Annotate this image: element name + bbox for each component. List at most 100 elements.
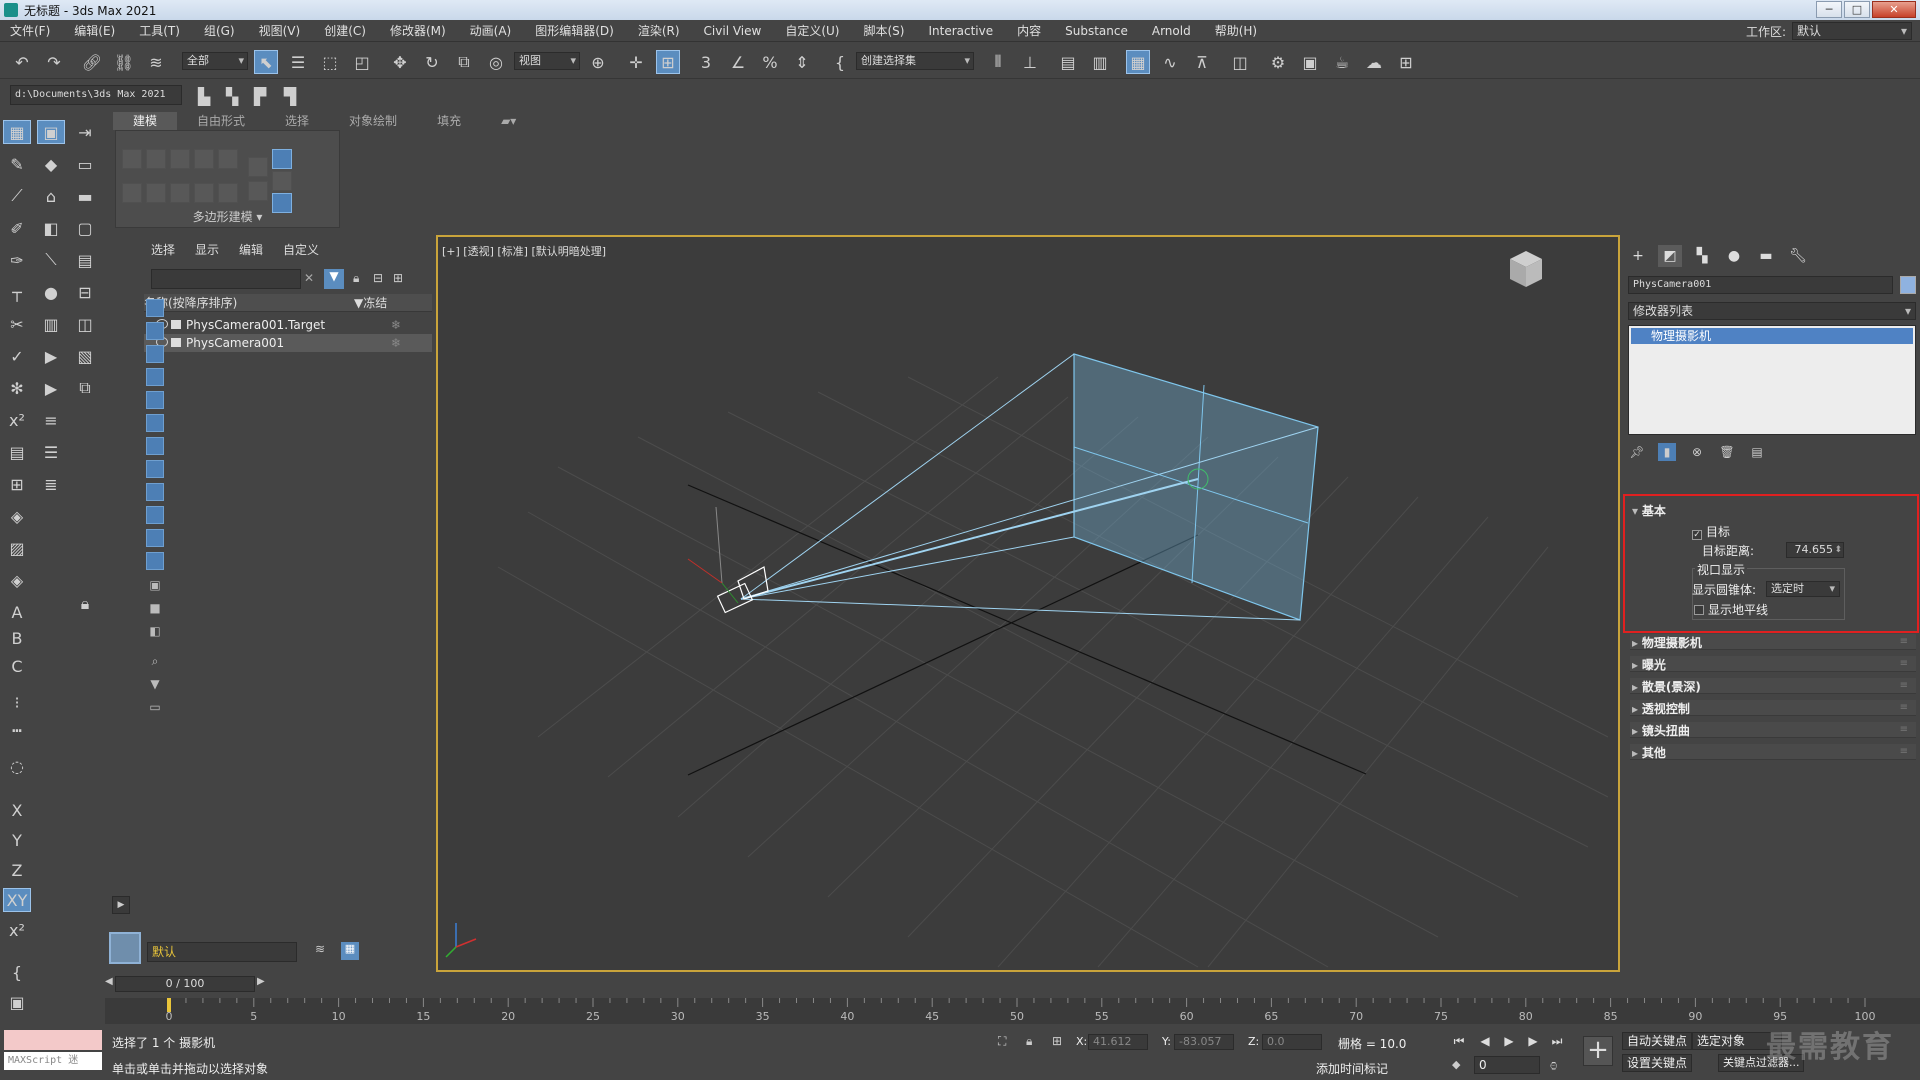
rollout-perspective-control-label[interactable]: 透视控制	[1632, 700, 1690, 717]
hierarchy-icon[interactable]: ⊟	[373, 271, 383, 285]
pen-icon[interactable]: ✐	[3, 216, 31, 240]
time-config-icon[interactable]: ⌚︎	[1548, 1058, 1559, 1074]
select-object-icon[interactable]: ⬉	[254, 50, 278, 74]
dot-circle-icon[interactable]: ◌	[3, 754, 31, 778]
menu-edit[interactable]: 编辑(E)	[62, 22, 127, 39]
save-icon[interactable]: ▣	[3, 990, 31, 1014]
layers-tool-icon[interactable]: ▧	[71, 344, 99, 368]
scene-menu-edit[interactable]: 编辑	[229, 241, 273, 259]
material-editor-icon[interactable]: ◫	[1228, 50, 1252, 74]
folder-tool-icon[interactable]: ▬	[71, 184, 99, 208]
layer-explorer-button-icon[interactable]: ▦	[341, 942, 359, 960]
ribbon-toggle-icon[interactable]: ▥	[1088, 50, 1112, 74]
clear-search-icon[interactable]: ✕	[304, 271, 314, 285]
filter-cameras-icon[interactable]	[146, 368, 164, 386]
rotate-icon[interactable]: ↻	[420, 50, 444, 74]
snaps-toggle-icon[interactable]: 3	[694, 50, 718, 74]
ribbon-tab-freeform[interactable]: 自由形式	[177, 112, 265, 130]
window-crossing-icon[interactable]: ◰	[350, 50, 374, 74]
layer-tool-icon[interactable]: ▭	[71, 152, 99, 176]
make-unique-icon[interactable]: ⊗	[1688, 443, 1706, 461]
modifier-stack-item[interactable]: 物理摄影机	[1631, 328, 1913, 344]
project-folder-icon[interactable]: ▙	[192, 84, 216, 108]
lock-explorer-icon[interactable]: 🔒︎	[353, 271, 359, 286]
ribbon-record-icon[interactable]	[218, 183, 238, 203]
rollout-misc[interactable]: ≡	[1630, 744, 1916, 760]
rollout-physical-camera-label[interactable]: 物理摄影机	[1632, 634, 1702, 651]
named-selection-dropdown[interactable]: 创建选择集	[856, 52, 974, 70]
plus-layer-icon[interactable]: ⊞	[3, 472, 31, 496]
filter-helpers-icon[interactable]	[146, 391, 164, 409]
align-icon[interactable]: ⊥	[1018, 50, 1042, 74]
axis-z-icon[interactable]: Z	[3, 858, 31, 882]
target-distance-spinner[interactable]: 74.655	[1786, 542, 1844, 558]
maxscript-output[interactable]	[4, 1030, 102, 1050]
move-icon[interactable]: ✥	[388, 50, 412, 74]
perspective-viewport[interactable]: [+] [透视] [标准] [默认明暗处理]	[436, 235, 1620, 972]
ribbon-edit-mode-icon[interactable]	[248, 181, 268, 201]
render-cloud-icon[interactable]: ☁	[1362, 50, 1386, 74]
graphite-select-icon[interactable]: ▦	[3, 120, 31, 144]
set-key-icon[interactable]: +	[1583, 1036, 1613, 1066]
paint-icon[interactable]: ◆	[37, 152, 65, 176]
menu-tools[interactable]: 工具(T)	[127, 22, 192, 39]
freeze-icon[interactable]: ❄	[391, 334, 401, 352]
display-tab-icon[interactable]: ▬	[1754, 245, 1778, 267]
keyboard-shortcut-override-icon[interactable]: ⊞	[656, 50, 680, 74]
expand-panel-icon[interactable]: ▶	[112, 896, 130, 914]
scene-menu-customize[interactable]: 自定义	[273, 241, 329, 259]
scene-menu-display[interactable]: 显示	[185, 241, 229, 259]
menu-help[interactable]: 帮助(H)	[1203, 22, 1269, 39]
scale-icon[interactable]: ⧉	[452, 50, 476, 74]
axis-x-icon[interactable]: X	[3, 798, 31, 822]
selection-lock-icon[interactable]: 🔒︎	[1026, 1034, 1032, 1049]
mirror-icon[interactable]: ⫴	[986, 50, 1010, 74]
axis-script-icon[interactable]: x²	[3, 918, 31, 942]
utilities-tab-icon[interactable]: 🔧︎	[1786, 245, 1810, 267]
scene-menu-select[interactable]: 选择	[141, 241, 185, 259]
minimize-button[interactable]: ─	[1816, 1, 1842, 18]
menu-interactive[interactable]: Interactive	[916, 24, 1005, 38]
menu-group[interactable]: 组(G)	[192, 22, 247, 39]
project-create-icon[interactable]: ▛	[248, 84, 272, 108]
hierarchy-tab-icon[interactable]: ▚	[1690, 245, 1714, 267]
menu-civil-view[interactable]: Civil View	[692, 24, 774, 38]
show-cone-dropdown[interactable]: 选定时	[1766, 581, 1840, 597]
funnel-icon[interactable]: ▼	[146, 676, 164, 694]
go-to-end-icon[interactable]: ⏭	[1548, 1034, 1566, 1050]
create-tab-icon[interactable]: +	[1626, 245, 1650, 267]
filter-lights-icon[interactable]	[146, 345, 164, 363]
layer-view-icon[interactable]: ⊞	[393, 271, 403, 285]
select-manipulate-icon[interactable]: ✛	[624, 50, 648, 74]
axis-xy-icon[interactable]: XY	[3, 888, 31, 912]
target-checkbox-row[interactable]: ✓ 目标	[1692, 523, 1730, 540]
menu-arnold[interactable]: Arnold	[1140, 24, 1203, 38]
ribbon-tab-populate[interactable]: 填充	[417, 112, 481, 130]
schematic-view-icon[interactable]: ⊼	[1190, 50, 1214, 74]
filter-hidden-icon[interactable]	[146, 552, 164, 570]
auto-key-button[interactable]: 自动关键点	[1622, 1032, 1693, 1050]
hat-icon[interactable]: ⌂	[37, 184, 65, 208]
scene-search-input[interactable]	[151, 269, 301, 289]
menu-views[interactable]: 视图(V)	[247, 22, 313, 39]
lock-tool-icon[interactable]: ⊟	[71, 280, 99, 304]
edit-mesh-icon[interactable]: ◧	[37, 216, 65, 240]
menu-content[interactable]: 内容	[1005, 22, 1053, 39]
render-production-icon[interactable]: ☕︎	[1330, 50, 1354, 74]
ribbon-options-icon[interactable]: ▰▾	[481, 112, 536, 130]
column-freeze[interactable]: ▼冻结	[354, 294, 387, 312]
y-coordinate-field[interactable]: -83.057	[1174, 1034, 1234, 1050]
project-save-icon[interactable]: ▜	[278, 84, 302, 108]
slider-prev-icon[interactable]: ◀	[105, 976, 113, 987]
unlink-icon[interactable]: ⛓︎	[112, 50, 136, 74]
rollout-bokeh-label[interactable]: 散景(景深)	[1632, 678, 1701, 695]
ribbon-polygon-icon[interactable]	[194, 149, 214, 169]
filter-geometry-icon[interactable]	[146, 299, 164, 317]
measure-icon[interactable]: ┬	[3, 280, 31, 304]
filter-icon[interactable]: ▼	[324, 269, 344, 289]
freeze-icon[interactable]: ❄	[391, 316, 401, 334]
display-all-icon[interactable]: ▣	[146, 577, 164, 595]
display-none-icon[interactable]: ■	[146, 600, 164, 618]
axis-y-icon[interactable]: Y	[3, 828, 31, 852]
filter-bones-icon[interactable]	[146, 483, 164, 501]
